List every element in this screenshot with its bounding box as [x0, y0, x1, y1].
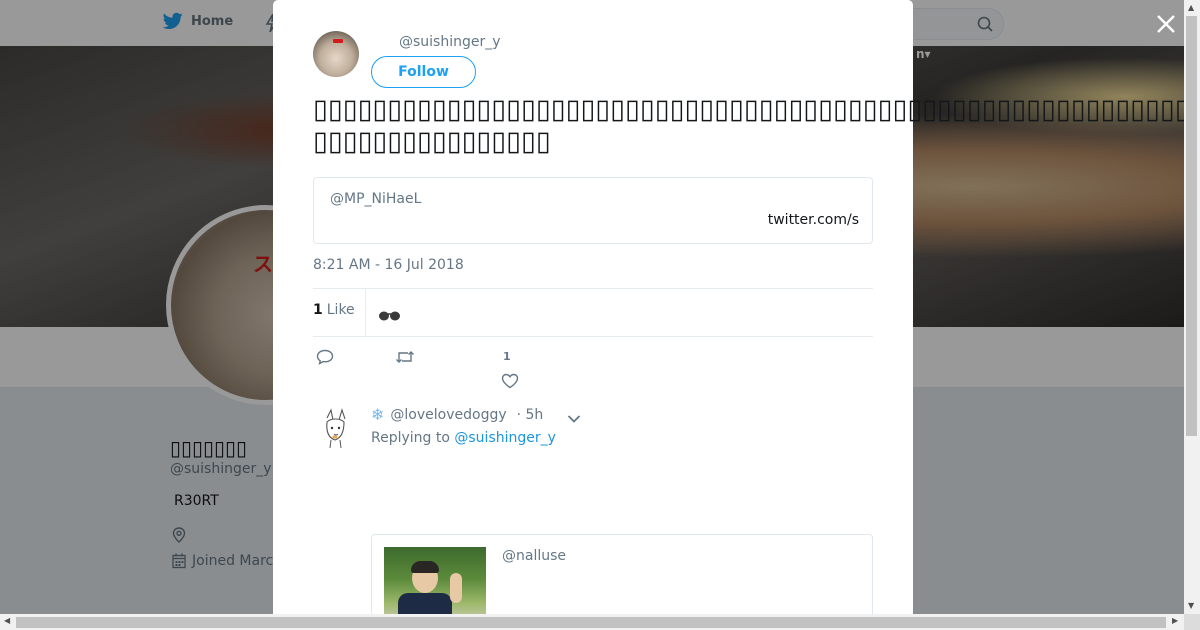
quoted-tweet-link[interactable]: twitter.com/s [768, 212, 859, 228]
like-action-count: 1 [503, 350, 511, 363]
tweet-stats: 1 Like [313, 288, 873, 337]
scroll-down-icon[interactable]: ▼ [1188, 601, 1194, 610]
snowflake-icon: ❄ [371, 405, 385, 424]
close-icon[interactable] [1154, 12, 1178, 36]
vertical-scroll-thumb[interactable] [1186, 16, 1197, 436]
replying-prefix: Replying to [371, 430, 450, 446]
tweet-actions: 1 [313, 346, 873, 390]
liker-avatar-sunglasses-icon[interactable] [378, 307, 402, 326]
tweet-author-handle[interactable]: @suishinger_y [399, 34, 501, 50]
retweet-icon[interactable] [395, 349, 415, 369]
likes-label: Like [326, 302, 355, 318]
reply-card-thumbnail [384, 547, 486, 623]
horizontal-scrollbar[interactable]: ◀ ▶ [0, 614, 1184, 630]
chevron-down-icon[interactable] [567, 409, 581, 428]
scroll-up-icon[interactable]: ▲ [1188, 3, 1194, 12]
scroll-left-icon[interactable]: ◀ [4, 616, 10, 625]
replying-to-link[interactable]: @suishinger_y [454, 430, 556, 446]
reply-media-card[interactable]: @nalluse [371, 534, 873, 624]
tweet-author-avatar[interactable] [313, 31, 359, 77]
tweet-text: ▯▯▯▯▯▯▯▯▯▯▯▯▯▯▯▯▯▯▯▯▯▯▯▯▯▯▯▯▯▯▯▯▯▯▯▯▯▯▯▯… [313, 94, 1190, 157]
tweet-modal: @suishinger_y Follow ▯▯▯▯▯▯▯▯▯▯▯▯▯▯▯▯▯▯▯… [273, 0, 1190, 624]
reply-author-avatar[interactable] [313, 406, 359, 452]
scrollbar-corner [1184, 614, 1200, 630]
follow-button[interactable]: Follow [371, 56, 476, 88]
quoted-tweet-handle: @MP_NiHaeL [330, 191, 422, 207]
quoted-tweet-card[interactable]: @MP_NiHaeL twitter.com/s [313, 177, 873, 244]
reply-icon[interactable] [316, 349, 334, 369]
replying-to: Replying to @suishinger_y [371, 430, 556, 446]
tweet-timestamp[interactable]: 8:21 AM - 16 Jul 2018 [313, 257, 464, 273]
stats-divider [365, 289, 366, 336]
horizontal-scroll-thumb[interactable] [16, 617, 1166, 628]
reply-card-handle: @nalluse [502, 548, 567, 564]
reply-time[interactable]: · 5h [517, 407, 544, 423]
likes-count: 1 [313, 302, 323, 318]
close-button[interactable] [1154, 12, 1178, 36]
vertical-scrollbar[interactable]: ▲ ▼ [1184, 0, 1200, 614]
reply-author-handle[interactable]: @lovelovedoggy [390, 407, 506, 423]
likes-stat[interactable]: 1 Like [313, 302, 355, 318]
reply-header: ❄ @lovelovedoggy · 5h [371, 405, 543, 424]
scroll-right-icon[interactable]: ▶ [1172, 616, 1178, 625]
like-heart-icon[interactable] [501, 373, 519, 393]
